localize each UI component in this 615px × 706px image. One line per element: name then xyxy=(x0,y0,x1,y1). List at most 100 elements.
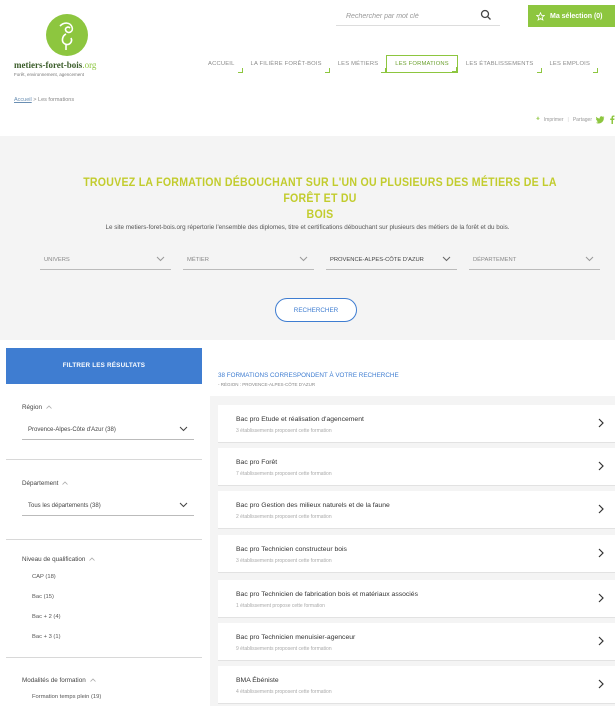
chevron-right-icon xyxy=(598,679,604,689)
caret-up-icon xyxy=(46,405,52,410)
nav-formations[interactable]: LES FORMATIONS xyxy=(386,55,458,73)
filter-departement-title-text: Département xyxy=(22,480,59,487)
breadcrumb-home[interactable]: Accueil xyxy=(14,97,32,103)
niveau-option[interactable]: Bac + 2 (4) xyxy=(32,614,61,620)
print-icon[interactable]: ⚹ xyxy=(536,116,540,123)
filter-departement-label: DÉPARTEMENT xyxy=(473,256,517,263)
filter-metier[interactable]: MÉTIER xyxy=(183,250,314,270)
filter-departement[interactable]: DÉPARTEMENT xyxy=(469,250,600,270)
chevron-right-icon xyxy=(598,548,604,558)
nav-metiers[interactable]: LES MÉTIERS xyxy=(330,55,387,73)
logo-tagline: Forêt, environnement, agencement xyxy=(14,72,85,77)
filter-univers[interactable]: UNIVERS xyxy=(40,250,171,270)
chevron-right-icon xyxy=(598,461,604,471)
caret-up-icon xyxy=(89,678,96,683)
filter-region-block: Région Provence-Alpes-Côte d'Azur (38) xyxy=(6,384,202,460)
chevron-right-icon xyxy=(598,636,604,646)
result-count: 9 établissements proposent cette formati… xyxy=(236,646,332,652)
twitter-icon[interactable] xyxy=(596,115,605,124)
breadcrumb-current: Les formations xyxy=(38,97,75,103)
hero-title-line1: TROUVEZ LA FORMATION DÉBOUCHANT SUR L'UN… xyxy=(83,175,557,205)
result-name: Bac pro Technicien menuisier-agenceur xyxy=(236,634,356,641)
nav-filiere[interactable]: LA FILIÈRE FORÊT-BOIS xyxy=(243,55,330,73)
result-count: 2 établissements proposent cette formati… xyxy=(236,514,332,520)
results-criteria: - RÉGION : PROVENCE-ALPES-CÔTE D'AZUR xyxy=(218,382,316,387)
result-card[interactable]: Bac pro Gestion des milieux naturels et … xyxy=(218,491,615,529)
filter-metier-label: MÉTIER xyxy=(187,256,209,263)
search-hero: TROUVEZ LA FORMATION DÉBOUCHANT SUR L'UN… xyxy=(0,136,615,340)
breadcrumb: Accueil > Les formations xyxy=(14,97,74,103)
result-count: 3 établissements proposent cette formati… xyxy=(236,428,332,434)
result-name: Bac pro Etude et réalisation d'agencemen… xyxy=(236,416,364,423)
filter-modalites-title[interactable]: Modalités de formation xyxy=(22,677,96,684)
chevron-down-icon xyxy=(442,256,451,262)
result-card[interactable]: BMA Ébéniste 4 établissements proposent … xyxy=(218,666,615,704)
filter-departement-block: Département Tous les départements (38) xyxy=(6,460,202,540)
filter-region-label: PROVENCE-ALPES-CÔTE D'AZUR xyxy=(330,256,424,263)
filter-univers-label: UNIVERS xyxy=(44,256,70,263)
sidebar-region-value: Provence-Alpes-Côte d'Azur (38) xyxy=(28,426,116,433)
filter-niveau-title-text: Niveau de qualification xyxy=(22,556,86,563)
sidebar-departement-value: Tous les départements (38) xyxy=(28,502,101,509)
sidebar-departement-select[interactable]: Tous les départements (38) xyxy=(22,496,194,516)
chevron-down-icon xyxy=(156,256,165,262)
nav-accueil[interactable]: ACCUEIL xyxy=(200,55,243,73)
share-separator: | xyxy=(567,116,569,123)
chevron-down-icon xyxy=(299,256,308,262)
print-link[interactable]: Imprimer xyxy=(544,117,564,123)
filter-niveau-title[interactable]: Niveau de qualification xyxy=(22,556,96,563)
niveau-option[interactable]: Bac + 3 (1) xyxy=(32,634,61,640)
chevron-down-icon xyxy=(179,502,188,508)
filter-sidebar: FILTRER LES RÉSULTATS Région Provence-Al… xyxy=(6,348,202,706)
search-icon[interactable] xyxy=(480,9,492,21)
sidebar-region-select[interactable]: Provence-Alpes-Côte d'Azur (38) xyxy=(22,420,194,440)
site-logo[interactable]: metiers-foret-bois.org Forêt, environnem… xyxy=(14,12,124,82)
star-icon xyxy=(536,11,545,21)
modalite-option[interactable]: Formation temps plein (19) xyxy=(32,694,101,700)
result-count: 1 établissement propose cette formation xyxy=(236,603,325,609)
header-search xyxy=(336,6,500,26)
chevron-right-icon xyxy=(598,593,604,603)
result-card[interactable]: Bac pro Technicien menuisier-agenceur 9 … xyxy=(218,623,615,661)
result-card[interactable]: Bac pro Technicien constructeur bois 3 é… xyxy=(218,535,615,573)
caret-up-icon xyxy=(62,481,69,486)
result-name: Bac pro Forêt xyxy=(236,459,278,466)
result-card[interactable]: Bac pro Forêt 7 établissements proposent… xyxy=(218,448,615,486)
logo-name: metiers-foret-bois.org xyxy=(14,60,97,70)
result-name: Bac pro Gestion des milieux naturels et … xyxy=(236,502,390,509)
result-name: Bac pro Technicien constructeur bois xyxy=(236,546,347,553)
search-button[interactable]: RECHERCHER xyxy=(275,298,357,322)
results-count-title: 38 FORMATIONS CORRESPONDENT À VOTRE RECH… xyxy=(218,372,399,379)
search-input[interactable] xyxy=(346,9,476,23)
filter-sidebar-header: FILTRER LES RÉSULTATS xyxy=(6,348,202,384)
chevron-right-icon xyxy=(598,504,604,514)
filter-departement-title[interactable]: Département xyxy=(22,480,69,487)
caret-up-icon xyxy=(89,557,96,562)
result-count: 3 établissements proposent cette formati… xyxy=(236,558,332,564)
hero-title-line2: BOIS xyxy=(306,207,334,221)
chevron-down-icon xyxy=(585,256,594,262)
filter-region-title-text: Région xyxy=(22,404,42,411)
result-name: Bac pro Technicien de fabrication bois e… xyxy=(236,591,418,598)
filter-region-title[interactable]: Région xyxy=(22,404,52,411)
chevron-down-icon xyxy=(179,426,188,432)
share-row: ⚹ Imprimer | Partager xyxy=(536,115,615,124)
filter-modalites-title-text: Modalités de formation xyxy=(22,677,86,684)
logo-leaf-icon xyxy=(46,14,88,56)
result-name: BMA Ébéniste xyxy=(236,677,279,684)
niveau-option[interactable]: CAP (18) xyxy=(32,574,56,580)
my-selection-button[interactable]: Ma sélection (0) xyxy=(528,5,615,27)
nav-emplois[interactable]: LES EMPLOIS xyxy=(542,55,599,73)
filter-niveau-block: Niveau de qualification CAP (18) Bac (15… xyxy=(6,540,202,658)
result-card[interactable]: Bac pro Technicien de fabrication bois e… xyxy=(218,580,615,618)
nav-etablissements[interactable]: LES ÉTABLISSEMENTS xyxy=(458,55,542,73)
hero-description: Le site metiers-foret-bois.org répertori… xyxy=(105,224,510,231)
chevron-right-icon xyxy=(598,418,604,428)
facebook-icon[interactable] xyxy=(609,115,615,124)
result-card[interactable]: Bac pro Etude et réalisation d'agencemen… xyxy=(218,405,615,443)
filter-modalites-block: Modalités de formation Formation temps p… xyxy=(6,658,202,706)
niveau-option[interactable]: Bac (15) xyxy=(32,594,54,600)
hero-filters: UNIVERS MÉTIER PROVENCE-ALPES-CÔTE D'AZU… xyxy=(40,250,600,270)
main-nav: ACCUEIL LA FILIÈRE FORÊT-BOIS LES MÉTIER… xyxy=(200,55,598,73)
filter-region[interactable]: PROVENCE-ALPES-CÔTE D'AZUR xyxy=(326,250,457,270)
